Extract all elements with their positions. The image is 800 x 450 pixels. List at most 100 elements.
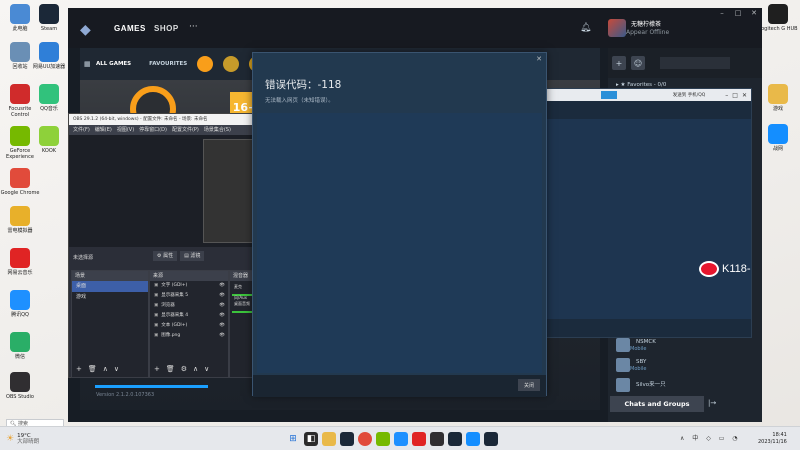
- friend-item[interactable]: Silvo来一只: [616, 378, 666, 392]
- maximize-icon[interactable]: □: [730, 8, 746, 18]
- battlenet-taskbar-icon[interactable]: [466, 432, 480, 446]
- obs-preview: [69, 135, 255, 247]
- source-item[interactable]: ▣ 文字 (GDI+) 👁︎: [150, 281, 228, 291]
- desktop-shortcut[interactable]: GeForce Experience: [4, 126, 36, 160]
- start-menu-icon[interactable]: ⊞: [286, 432, 300, 446]
- scene-controls[interactable]: +🗑︎∧∨: [76, 365, 125, 373]
- filters-button[interactable]: ▤ 滤镜: [180, 251, 205, 261]
- file-explorer-icon[interactable]: [322, 432, 336, 446]
- scenes-dock: 场景 桌面 游戏 +🗑︎∧∨: [71, 270, 149, 378]
- sun-icon: ☀: [6, 434, 15, 444]
- chrome-taskbar-icon[interactable]: [358, 432, 372, 446]
- netease-taskbar-icon[interactable]: [412, 432, 426, 446]
- weather-widget[interactable]: ☀ 19°C 大部晴朗: [6, 433, 39, 445]
- source-item[interactable]: ▣ 文本 (GDI+) 👁︎: [150, 321, 228, 331]
- steam-taskbar-icon-3[interactable]: [484, 432, 498, 446]
- obs-menu-item[interactable]: 文件(F): [73, 127, 90, 133]
- obs-menu-item[interactable]: 编辑(E): [95, 127, 112, 133]
- maximize-icon[interactable]: □: [732, 92, 738, 99]
- close-icon[interactable]: ✕: [742, 92, 747, 99]
- desktop-shortcut-label: Google Chrome: [0, 190, 40, 196]
- visibility-icon[interactable]: 👁︎: [219, 291, 225, 301]
- desktop-shortcut[interactable]: Steam: [33, 4, 65, 32]
- visibility-icon[interactable]: 👁︎: [219, 331, 225, 341]
- minimize-icon[interactable]: –: [725, 92, 728, 99]
- desktop-shortcut[interactable]: 腾讯QQ: [4, 290, 36, 318]
- visibility-icon[interactable]: 👁︎: [219, 281, 225, 291]
- desktop-shortcut[interactable]: 微信: [4, 332, 36, 360]
- obs-menu-item[interactable]: 配置文件(P): [172, 127, 199, 133]
- desktop-shortcut[interactable]: OBS Studio: [4, 372, 36, 400]
- user-profile[interactable]: 无糖柠檬茶 Appear Offline: [608, 19, 669, 37]
- obs-menu-item[interactable]: 停靠窗口(D): [139, 127, 167, 133]
- group-icon[interactable]: ☺: [631, 56, 645, 70]
- nav-more-button[interactable]: ···: [189, 22, 198, 32]
- visibility-icon[interactable]: 👁︎: [219, 311, 225, 321]
- scene-item[interactable]: 游戏: [72, 292, 148, 303]
- expand-chat-icon[interactable]: |→: [708, 399, 716, 407]
- qq-taskbar-icon[interactable]: [394, 432, 408, 446]
- desktop-shortcut[interactable]: 战网: [762, 124, 794, 152]
- scene-item[interactable]: 桌面: [72, 281, 148, 292]
- desktop-shortcut-label: Logitech G HUB: [758, 26, 798, 32]
- desktop-shortcut[interactable]: 游戏: [762, 84, 794, 112]
- desktop-shortcut[interactable]: QQ音乐: [33, 84, 65, 112]
- obs-menu-item[interactable]: 视图(V): [117, 127, 134, 133]
- desktop-shortcut[interactable]: Google Chrome: [1, 168, 39, 196]
- desktop-shortcut[interactable]: 雷电模拟器: [4, 206, 36, 234]
- source-item[interactable]: ▣ 显示器采集 5 👁︎: [150, 291, 228, 301]
- steam-logo-icon[interactable]: ◆: [80, 22, 96, 38]
- task-view-icon[interactable]: ◧: [304, 432, 318, 446]
- dialog-close-icon[interactable]: ✕: [536, 55, 542, 63]
- add-friend-icon[interactable]: +: [612, 56, 626, 70]
- desktop-shortcut-label: 微信: [14, 354, 25, 360]
- minimize-icon[interactable]: –: [714, 8, 730, 18]
- desktop-shortcut[interactable]: Focusrite Control: [4, 84, 36, 118]
- chat-window: 发送到 手机/QQ – □ ✕ K118-: [540, 88, 752, 338]
- close-icon[interactable]: ✕: [746, 8, 762, 18]
- friend-item[interactable]: NSMCK Mobile: [616, 338, 666, 352]
- chats-and-groups-button[interactable]: Chats and Groups: [610, 396, 704, 412]
- source-item[interactable]: ▣ 图像.png 👁︎: [150, 331, 228, 341]
- friend-name: Silvo来一只: [636, 381, 666, 388]
- obs-menu-item[interactable]: 场景集合(S): [204, 127, 231, 133]
- close-button[interactable]: 关闭: [518, 379, 540, 391]
- desktop-shortcut-label: 网易云音乐: [7, 270, 33, 276]
- source-type-icon: ▣: [154, 323, 159, 328]
- desktop-shortcut[interactable]: 网易UU加速器: [33, 42, 65, 70]
- error-dialog: ✕ 错误代码：-118 无法载入网页（未知错误）。 关闭: [252, 52, 547, 397]
- notification-bell-icon[interactable]: 🔔︎: [580, 23, 591, 33]
- grid-view-icon[interactable]: ▦: [84, 60, 92, 68]
- kook-taskbar-icon[interactable]: [376, 432, 390, 446]
- warcraft-game-icon[interactable]: [223, 56, 240, 72]
- visibility-icon[interactable]: 👁︎: [219, 301, 225, 311]
- netease-music-icon: [10, 248, 30, 268]
- obs-taskbar-icon[interactable]: [430, 432, 444, 446]
- steam-taskbar-icon-2[interactable]: [448, 432, 462, 446]
- source-controls[interactable]: +🗑︎⚙∧∨: [154, 365, 215, 373]
- friend-item[interactable]: SBY Mobile: [616, 358, 666, 372]
- nav-shop[interactable]: SHOP: [154, 24, 179, 33]
- source-item[interactable]: ▣ 显示器采集 4 👁︎: [150, 311, 228, 321]
- computer-icon: [10, 4, 30, 24]
- desktop-shortcut-label: 战网: [772, 146, 783, 152]
- desktop-shortcut[interactable]: KOOK: [33, 126, 65, 154]
- uu-icon: [39, 42, 59, 62]
- error-description: 无法载入网页（未知错误）。: [265, 98, 334, 104]
- chat-toolbar-button[interactable]: [601, 91, 617, 99]
- visibility-icon[interactable]: 👁︎: [219, 321, 225, 331]
- desktop-shortcut[interactable]: 网易云音乐: [4, 248, 36, 276]
- qqmusic-icon: [39, 84, 59, 104]
- properties-button[interactable]: ⚙ 属性: [153, 251, 178, 261]
- all-games-tab[interactable]: ALL GAMES: [96, 61, 131, 67]
- favourites-tab[interactable]: FAVOURITES: [149, 61, 187, 67]
- overwatch-game-icon[interactable]: [197, 56, 214, 72]
- desktop-shortcut[interactable]: Logitech G HUB: [758, 4, 798, 32]
- clock[interactable]: 18:41 2023/11/16: [758, 432, 787, 446]
- source-item[interactable]: ▣ 浏览器 👁︎: [150, 301, 228, 311]
- system-tray[interactable]: ∧ 中 ◇ ▭ ◔: [680, 433, 741, 442]
- source-type-icon: ▣: [154, 333, 159, 338]
- nav-games[interactable]: GAMES: [114, 24, 146, 33]
- steam-taskbar-icon[interactable]: [340, 432, 354, 446]
- friends-search-input[interactable]: [660, 57, 730, 69]
